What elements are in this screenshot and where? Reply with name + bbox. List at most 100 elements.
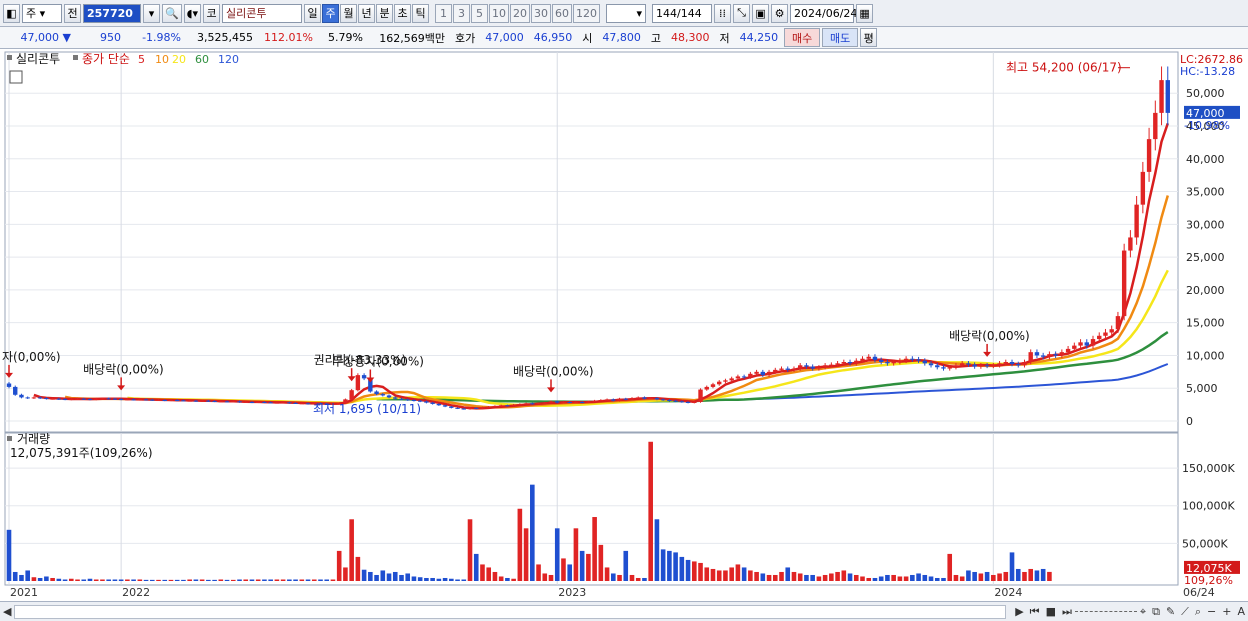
zoom-slider[interactable] <box>1074 611 1137 612</box>
candle-body <box>249 401 255 403</box>
zoom-icon[interactable]: ⌕ <box>1192 605 1204 619</box>
search-icon[interactable]: 🔍 <box>162 3 182 23</box>
speaker-icon[interactable]: ◖▾ <box>183 3 202 23</box>
candle-body <box>636 397 641 399</box>
rewind-icon[interactable]: ⏮ <box>1027 605 1043 619</box>
price-tick-label: 10,000 <box>1186 349 1225 362</box>
stock-code-input[interactable]: 257720 <box>83 3 141 23</box>
save-icon[interactable]: ▣ <box>752 3 770 23</box>
interval-30[interactable]: 30 <box>531 3 552 23</box>
prev-button[interactable]: 전 <box>64 3 81 23</box>
volume-bar <box>704 567 710 581</box>
candle-body <box>374 391 379 395</box>
period-5[interactable]: 초 <box>394 3 412 23</box>
volume-bar <box>916 573 921 581</box>
play-icon[interactable]: ▶ <box>1012 605 1026 618</box>
interval-60[interactable]: 60 <box>552 3 573 23</box>
candle-body <box>455 407 460 409</box>
volume-bar <box>567 564 572 581</box>
candle-body <box>87 399 93 401</box>
interval-20[interactable]: 20 <box>510 3 531 23</box>
period-3[interactable]: 년 <box>358 3 376 23</box>
candle-body <box>411 400 417 402</box>
gear-icon[interactable]: ⚙ <box>771 3 789 23</box>
volume-bar <box>255 579 261 581</box>
candle-body <box>1121 250 1127 317</box>
copy-icon[interactable]: ⧉ <box>1149 605 1163 619</box>
volume-bar <box>878 576 884 581</box>
candle-body <box>941 367 946 369</box>
interval-3[interactable]: 3 <box>453 3 471 23</box>
chart-area[interactable]: 50,00045,00040,00035,00030,00025,00020,0… <box>0 50 1248 602</box>
interval-1[interactable]: 1 <box>435 3 453 23</box>
volume-bar <box>206 579 211 581</box>
text-icon[interactable]: A <box>1234 605 1248 618</box>
volume-bar <box>523 528 529 581</box>
candle-body <box>779 368 784 370</box>
volume-bar <box>112 579 118 581</box>
interval-10[interactable]: 10 <box>489 3 510 23</box>
volume-bar <box>399 574 404 581</box>
minus-icon[interactable]: − <box>1204 605 1219 618</box>
eval-button[interactable]: 평 <box>860 28 878 47</box>
count-input[interactable]: 144/144 <box>652 3 713 23</box>
candle-body <box>741 376 747 378</box>
volume-bar <box>392 571 398 581</box>
candle-body <box>567 401 572 403</box>
sell-button[interactable]: 매도 <box>822 28 859 47</box>
cursor-icon[interactable]: ⤡ <box>733 3 751 23</box>
interval-dropdown[interactable]: ▾ <box>606 3 647 23</box>
volume-bar <box>1009 552 1015 581</box>
down-arrow-icon: ▼ <box>62 31 71 44</box>
candle-body <box>542 402 547 404</box>
period-2[interactable]: 월 <box>340 3 358 23</box>
volume-bar <box>604 567 610 581</box>
stock-name[interactable]: 실리콘투 <box>222 3 303 23</box>
trend-icon[interactable]: ⟋ <box>1178 605 1192 619</box>
candle-body <box>854 360 859 364</box>
buy-button[interactable]: 매수 <box>784 28 821 47</box>
market-select[interactable]: 주 ▾ <box>22 3 62 23</box>
draw-icon[interactable]: ✎ <box>1163 605 1178 618</box>
volume-bar <box>760 573 766 581</box>
volume-panel-frame <box>4 432 1179 586</box>
volume-bar <box>841 570 847 581</box>
candle-body <box>1103 332 1108 336</box>
market-co-label[interactable]: 코 <box>203 3 221 23</box>
volume-bar <box>31 577 37 581</box>
volume-bar <box>853 574 859 581</box>
period-6[interactable]: 틱 <box>412 3 430 23</box>
candle-body <box>1115 316 1121 330</box>
candle-body <box>978 365 984 367</box>
layout-icon[interactable]: ◧ <box>3 3 20 23</box>
candle-body <box>548 401 554 403</box>
candle-body <box>1153 112 1158 140</box>
candle-body <box>860 358 865 361</box>
candle-body <box>1084 342 1089 346</box>
interval-5[interactable]: 5 <box>471 3 489 23</box>
candle-body <box>1016 363 1021 366</box>
candle-body <box>623 398 628 400</box>
date-input[interactable]: 2024/06/24 <box>790 3 857 23</box>
candle-body <box>698 389 703 402</box>
volume-bar <box>847 573 853 581</box>
period-1[interactable]: 주 <box>322 3 340 23</box>
horizontal-scrollbar[interactable] <box>14 604 1007 619</box>
period-4[interactable]: 분 <box>376 3 394 23</box>
period-0[interactable]: 일 <box>304 3 322 23</box>
stop-icon[interactable]: ■ <box>1043 605 1059 618</box>
volume-bar <box>473 553 479 581</box>
dots-icon[interactable]: ⁞⁞ <box>714 3 732 23</box>
volume-bar <box>405 573 411 581</box>
crosshair-icon[interactable]: ⌖ <box>1137 605 1149 619</box>
scroll-left-icon[interactable]: ◀ <box>0 605 14 618</box>
interval-120[interactable]: 120 <box>573 3 601 23</box>
code-dropdown-icon[interactable]: ▾ <box>143 3 160 23</box>
volume-bar <box>922 574 928 581</box>
calendar-icon[interactable]: ▦ <box>856 3 874 23</box>
low-label: 최저 1,695 (10/11) <box>313 402 421 416</box>
forward-icon[interactable]: ⏭ <box>1059 605 1075 619</box>
price-tick-label: 50,000 <box>1186 87 1225 100</box>
candle-body <box>1028 352 1033 362</box>
plus-icon[interactable]: + <box>1219 605 1234 618</box>
